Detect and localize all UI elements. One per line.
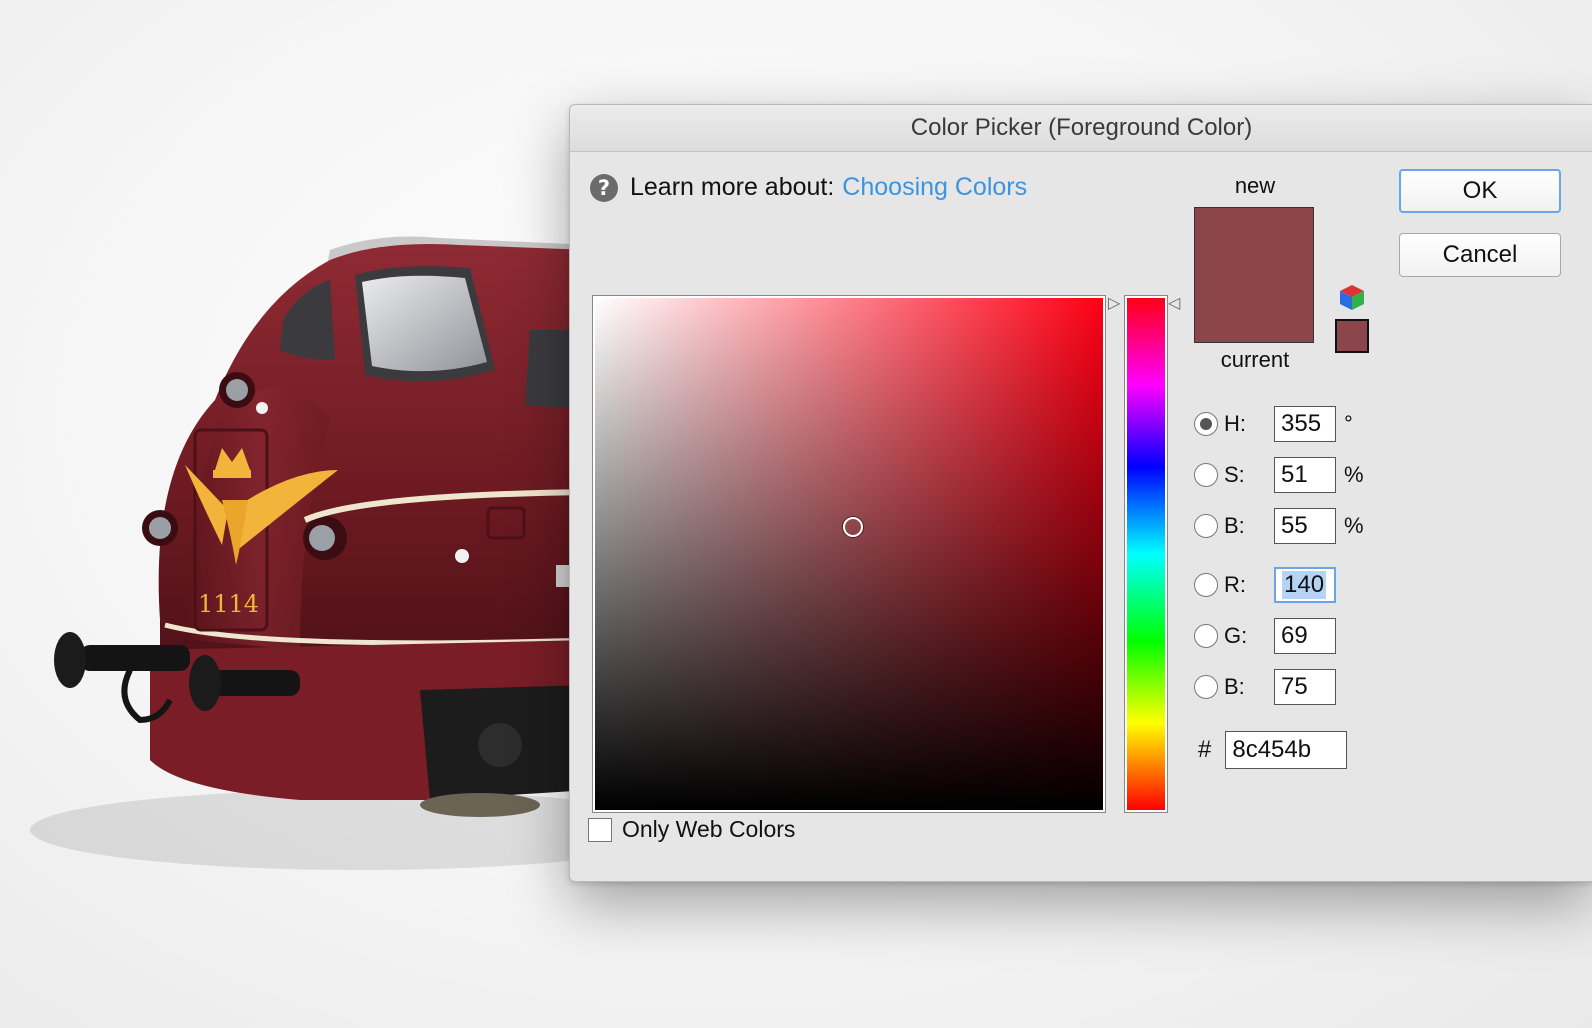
red-label: R: xyxy=(1224,572,1246,597)
red-input[interactable]: 140 xyxy=(1274,567,1336,603)
new-swatch-label: new xyxy=(1234,173,1276,198)
hue-slider[interactable] xyxy=(1124,295,1168,813)
only-web-colors-row[interactable]: Only Web Colors xyxy=(588,816,795,843)
hue-value: 355 xyxy=(1281,410,1322,437)
blue-row: B: 75 xyxy=(1194,668,1336,706)
brightness-value: 55 xyxy=(1281,512,1308,539)
color-swatch xyxy=(1194,207,1314,343)
hue-radio-dot xyxy=(1200,418,1212,430)
choosing-colors-link[interactable]: Choosing Colors xyxy=(842,173,1027,202)
hue-row: H: 355 ° xyxy=(1194,405,1353,443)
cancel-button[interactable]: Cancel xyxy=(1399,233,1561,277)
saturation-input[interactable]: 51 xyxy=(1274,457,1336,493)
hue-label: H: xyxy=(1224,411,1246,436)
ok-button[interactable]: OK xyxy=(1399,169,1561,213)
brightness-radio[interactable] xyxy=(1194,514,1218,538)
hex-input[interactable]: 8c454b xyxy=(1225,731,1348,769)
saturation-radio[interactable] xyxy=(1194,463,1218,487)
red-row: R: 140 xyxy=(1194,566,1336,604)
saturation-row: S: 51 % xyxy=(1194,456,1364,494)
blue-value: 75 xyxy=(1281,673,1308,700)
current-swatch-label: current xyxy=(1220,347,1290,372)
green-radio[interactable] xyxy=(1194,624,1218,648)
color-field-marker[interactable] xyxy=(843,517,863,537)
current-color-swatch[interactable] xyxy=(1195,275,1313,342)
blue-input[interactable]: 75 xyxy=(1274,669,1336,705)
only-web-colors-checkbox[interactable] xyxy=(588,817,612,842)
websafe-color-swatch[interactable] xyxy=(1335,319,1369,353)
brightness-row: B: 55 % xyxy=(1194,507,1364,545)
color-field[interactable] xyxy=(592,295,1106,813)
green-label: G: xyxy=(1224,623,1248,648)
only-web-colors-label: Only Web Colors xyxy=(622,816,796,842)
out-of-gamut-cube-icon[interactable] xyxy=(1338,283,1366,311)
color-picker-dialog: Color Picker (Foreground Color) ? Learn … xyxy=(569,104,1592,882)
hue-radio[interactable] xyxy=(1194,412,1218,436)
hue-slider-gradient[interactable] xyxy=(1127,298,1165,810)
hex-value: 8c454b xyxy=(1232,736,1312,763)
hex-label: # xyxy=(1198,736,1212,763)
help-prefix: Learn more about: xyxy=(630,173,835,201)
saturation-unit: % xyxy=(1344,462,1364,487)
brightness-input[interactable]: 55 xyxy=(1274,508,1336,544)
green-input[interactable]: 69 xyxy=(1274,618,1336,654)
dialog-title: Color Picker (Foreground Color) xyxy=(910,114,1253,141)
help-row: ? Learn more about: Choosing Colors xyxy=(590,173,1027,202)
blue-label: B: xyxy=(1224,674,1245,699)
hex-row: # 8c454b xyxy=(1198,731,1348,769)
brightness-label: B: xyxy=(1224,513,1245,538)
saturation-value: 51 xyxy=(1281,461,1308,488)
question-icon[interactable]: ? xyxy=(590,173,618,202)
saturation-label: S: xyxy=(1224,462,1245,487)
hue-slider-right-arrow-icon[interactable]: ◁ xyxy=(1168,296,1180,312)
brightness-unit: % xyxy=(1344,513,1364,538)
red-value: 140 xyxy=(1282,571,1327,599)
dialog-titlebar[interactable]: Color Picker (Foreground Color) xyxy=(570,105,1592,152)
locomotive-number: 1114 xyxy=(198,590,259,618)
red-radio[interactable] xyxy=(1194,573,1218,597)
hue-input[interactable]: 355 xyxy=(1274,406,1336,442)
green-row: G: 69 xyxy=(1194,617,1336,655)
blue-radio[interactable] xyxy=(1194,675,1218,699)
green-value: 69 xyxy=(1281,622,1308,649)
hue-slider-left-arrow-icon[interactable]: ▷ xyxy=(1108,296,1120,312)
color-field-gradient[interactable] xyxy=(595,298,1103,810)
hue-unit: ° xyxy=(1344,411,1353,436)
new-color-swatch xyxy=(1195,208,1313,275)
